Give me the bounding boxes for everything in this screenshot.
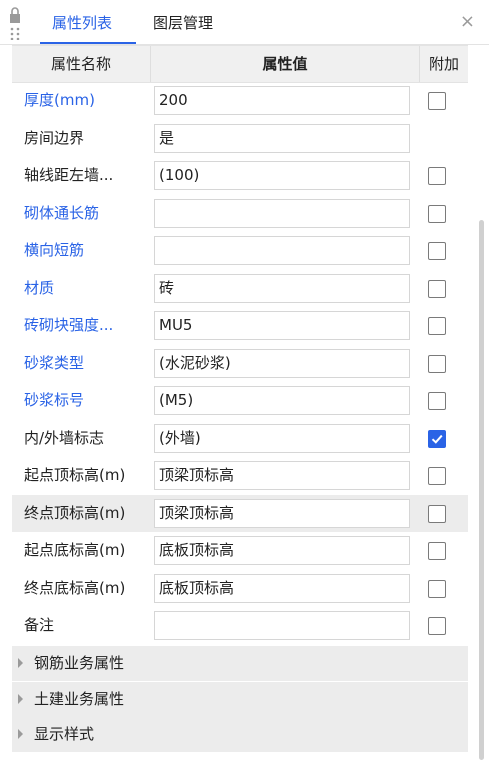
property-value-input[interactable]: 200 <box>154 86 410 115</box>
attach-checkbox[interactable] <box>428 317 446 335</box>
scrollbar-thumb[interactable] <box>479 220 484 760</box>
attach-checkbox[interactable] <box>428 354 446 373</box>
check-icon <box>431 434 443 444</box>
property-row[interactable]: 轴线距左墙... (100) <box>12 157 468 194</box>
attach-checkbox[interactable] <box>428 279 446 298</box>
property-name: 房间边界 <box>24 128 85 147</box>
properties-panel: 属性列表 图层管理 × 属性名称 属性值 附加 厚度(mm) 200 房间边界 是轴线… <box>0 0 489 783</box>
property-row[interactable]: 房间边界 是 <box>12 120 468 157</box>
property-value-input[interactable] <box>154 198 410 228</box>
property-name: 材质 <box>24 278 55 297</box>
column-header-name: 属性名称 <box>12 46 151 82</box>
property-name: 砂浆类型 <box>24 353 85 372</box>
lock-icon[interactable] <box>8 6 22 40</box>
group-label: 钢筋业务属性 <box>34 654 125 672</box>
property-row[interactable]: 终点底标高(m) 底板顶标高 <box>12 570 468 607</box>
property-row[interactable]: 砂浆类型 (水泥砂浆) <box>12 345 468 382</box>
column-header-value: 属性值 <box>151 46 420 82</box>
property-value-input[interactable]: 是 <box>154 123 410 153</box>
property-name: 轴线距左墙... <box>24 166 114 184</box>
property-row[interactable]: 起点顶标高(m) 顶梁顶标高 <box>12 457 468 494</box>
active-tab-indicator <box>40 42 136 44</box>
property-value-input[interactable]: (水泥砂浆) <box>154 348 410 378</box>
tab-property-list[interactable]: 属性列表 <box>52 12 112 33</box>
property-name: 厚度(mm) <box>24 91 95 109</box>
property-value-input[interactable]: 底板顶标高 <box>154 536 410 565</box>
property-row[interactable]: 内/外墙标志 (外墙) <box>12 420 468 457</box>
close-icon[interactable]: × <box>460 11 475 32</box>
property-name: 砌体通长筋 <box>24 203 100 222</box>
property-group[interactable]: 显示样式 <box>12 717 468 752</box>
triangle-right-icon[interactable] <box>18 658 23 668</box>
attach-checkbox[interactable] <box>428 504 446 523</box>
property-group[interactable]: 土建业务属性 <box>12 681 468 717</box>
property-row[interactable]: 厚度(mm) 200 <box>12 82 468 119</box>
attach-checkbox[interactable] <box>428 242 446 260</box>
attach-checkbox[interactable] <box>428 392 446 410</box>
group-label: 显示样式 <box>34 725 95 743</box>
column-header-extra: 附加 <box>428 55 459 73</box>
property-value-input[interactable]: (100) <box>154 161 410 190</box>
tab-bar: 属性列表 图层管理 × <box>0 0 489 45</box>
attach-checkbox[interactable] <box>428 92 446 110</box>
attach-checkbox[interactable] <box>428 167 446 185</box>
tab-layer-management[interactable]: 图层管理 <box>153 12 213 33</box>
attach-checkbox[interactable] <box>428 204 446 223</box>
property-name: 终点顶标高(m) <box>24 503 126 522</box>
property-row[interactable]: 横向短筋 <box>12 232 468 269</box>
property-row[interactable]: 砂浆标号 (M5) <box>12 382 468 419</box>
attach-checkbox[interactable] <box>428 542 446 560</box>
property-name: 起点顶标高(m) <box>24 466 126 484</box>
property-group[interactable]: 钢筋业务属性 <box>12 646 468 681</box>
property-value-input[interactable] <box>154 236 410 265</box>
attach-checkbox-checked[interactable] <box>428 429 446 448</box>
property-value-input[interactable]: MU5 <box>154 311 410 340</box>
attach-checkbox[interactable] <box>428 579 446 598</box>
property-row[interactable]: 起点底标高(m) 底板顶标高 <box>12 532 468 569</box>
property-row[interactable]: 材质 砖 <box>12 270 468 307</box>
property-row[interactable]: 备注 <box>12 607 468 644</box>
triangle-right-icon[interactable] <box>18 693 23 704</box>
attach-checkbox[interactable] <box>428 467 446 485</box>
triangle-right-icon[interactable] <box>18 729 23 739</box>
property-value-input[interactable]: (M5) <box>154 386 410 415</box>
property-value-input[interactable]: (外墙) <box>154 423 410 453</box>
property-value-input[interactable] <box>154 611 410 640</box>
property-name: 内/外墙标志 <box>24 428 105 447</box>
property-value-input[interactable]: 顶梁顶标高 <box>154 498 410 528</box>
group-label: 土建业务属性 <box>34 689 125 708</box>
property-row[interactable]: 砌体通长筋 <box>12 195 468 232</box>
property-name: 砖砌块强度... <box>24 316 114 334</box>
table-header: 属性名称 属性值 附加 <box>12 45 468 83</box>
property-row[interactable]: 终点顶标高(m) 顶梁顶标高 <box>12 494 468 532</box>
property-name: 横向短筋 <box>24 241 85 259</box>
property-name: 砂浆标号 <box>24 391 85 409</box>
property-name: 终点底标高(m) <box>24 578 126 597</box>
attach-checkbox[interactable] <box>428 617 446 635</box>
property-row[interactable]: 砖砌块强度... MU5 <box>12 307 468 344</box>
property-value-input[interactable]: 底板顶标高 <box>154 573 410 603</box>
property-value-input[interactable]: 砖 <box>154 273 410 303</box>
property-name: 起点底标高(m) <box>24 541 126 559</box>
property-value-input[interactable]: 顶梁顶标高 <box>154 461 410 490</box>
property-name: 备注 <box>24 616 55 634</box>
